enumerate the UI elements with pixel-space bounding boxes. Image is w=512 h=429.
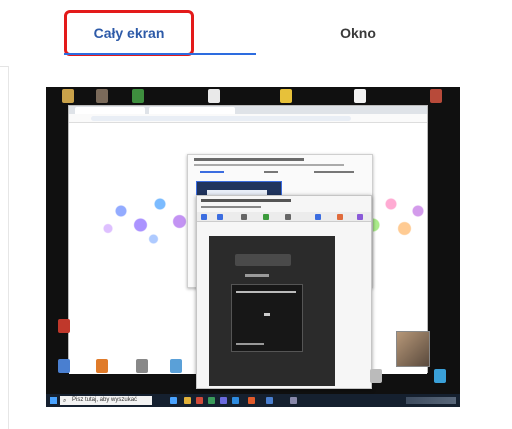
desktop-icon xyxy=(136,359,148,373)
taskbar-app-icon xyxy=(266,397,273,404)
dark-panel-label xyxy=(245,274,269,277)
windows-start-icon xyxy=(50,397,57,404)
taskbar-app-icon xyxy=(196,397,203,404)
taskbar-app-icon xyxy=(232,397,239,404)
toolbar-button xyxy=(357,214,363,220)
share-source-tabs: Cały ekran Okno xyxy=(0,10,512,67)
browser-tab xyxy=(149,107,235,114)
share-window-dark-panel xyxy=(209,236,335,386)
desktop-icon xyxy=(430,89,442,103)
taskbar-app-icon xyxy=(290,397,297,404)
desktop-icon xyxy=(208,89,220,103)
dialog-subtitle-line xyxy=(194,164,344,166)
tab-window[interactable]: Okno xyxy=(296,10,420,56)
taskbar-search-box: ⌕ Pisz tutaj, aby wyszukać xyxy=(60,396,152,405)
search-icon: ⌕ xyxy=(63,398,67,404)
toolbar-button xyxy=(241,214,247,220)
toolbar-button xyxy=(263,214,269,220)
active-tab-underline xyxy=(64,53,256,55)
browser-tab xyxy=(75,107,145,114)
browser-url-field xyxy=(91,116,351,121)
desktop-icon xyxy=(58,359,70,373)
dark-panel-box xyxy=(231,284,303,352)
toolbar-button xyxy=(315,214,321,220)
share-window-toolbar xyxy=(197,212,371,222)
dialog-title-line xyxy=(194,158,304,161)
desktop-icon xyxy=(354,89,366,103)
desktop-icon xyxy=(132,89,144,103)
preview-taskbar: ⌕ Pisz tutaj, aby wyszukać xyxy=(46,394,460,407)
browser-address-bar xyxy=(69,114,427,123)
preview-share-window xyxy=(196,195,372,389)
desktop-icon xyxy=(58,319,70,333)
dark-box-heading xyxy=(236,291,296,293)
toolbar-button xyxy=(285,214,291,220)
toolbar-button xyxy=(217,214,223,220)
desktop-icon xyxy=(170,359,182,373)
browser-tab-strip xyxy=(69,106,427,114)
taskbar-app-icon xyxy=(208,397,215,404)
taskbar-app-icon xyxy=(220,397,227,404)
desktop-icon xyxy=(434,369,446,383)
tab-full-screen-label: Cały ekran xyxy=(93,25,165,41)
dark-box-center-mark xyxy=(264,313,270,316)
desktop-icon xyxy=(370,369,382,383)
tab-window-label: Okno xyxy=(340,25,376,41)
toolbar-button xyxy=(337,214,343,220)
desktop-icon xyxy=(96,359,108,373)
desktop-icon xyxy=(62,89,74,103)
taskbar-app-icon xyxy=(170,397,177,404)
desktop-icon xyxy=(96,89,108,103)
dialog-tabs xyxy=(194,171,364,175)
top-cut-text-strip xyxy=(0,0,512,9)
taskbar-app-icon xyxy=(248,397,255,404)
toolbar-button xyxy=(201,214,207,220)
dark-panel-controls xyxy=(235,254,291,266)
share-window-title xyxy=(201,199,291,202)
taskbar-search-text: Pisz tutaj, aby wyszukać xyxy=(72,397,138,403)
tab-full-screen[interactable]: Cały ekran xyxy=(64,10,194,56)
screen-preview-thumbnail[interactable]: ⌕ Pisz tutaj, aby wyszukać xyxy=(46,87,460,407)
taskbar-app-icon xyxy=(184,397,191,404)
system-tray xyxy=(406,397,456,404)
webcam-preview xyxy=(396,331,430,367)
dark-box-footer xyxy=(236,343,264,345)
desktop-icon xyxy=(280,89,292,103)
share-window-menu xyxy=(201,206,261,208)
